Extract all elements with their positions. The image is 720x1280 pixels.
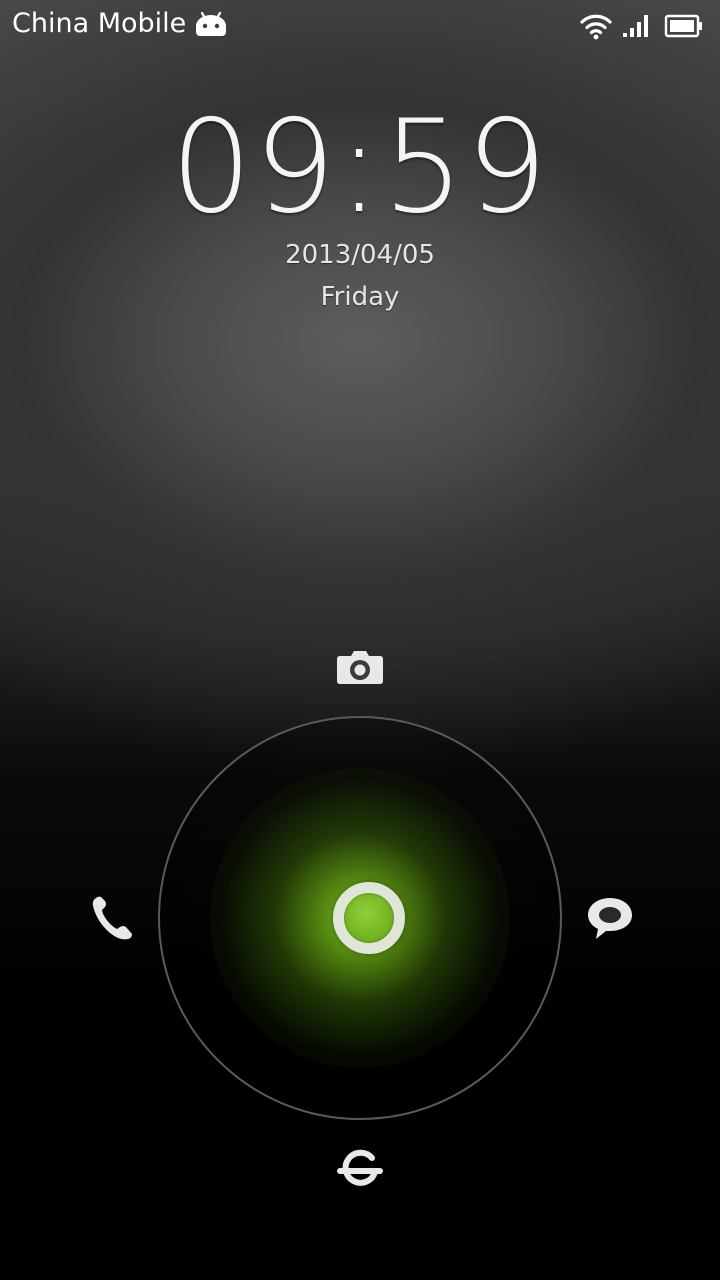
weekday-text: Friday [320, 282, 400, 312]
lock-screen: China Mobile 09:59 2013/04/05 Friday [0, 0, 720, 1280]
phone-icon[interactable] [84, 890, 140, 946]
clock-time: 09:59 [170, 93, 550, 242]
unlock-icon[interactable] [332, 1142, 388, 1198]
battery-icon [664, 14, 702, 38]
android-icon [196, 12, 226, 36]
carrier-name: China Mobile [12, 8, 187, 39]
unlock-handle[interactable] [333, 882, 405, 954]
date-text: 2013/04/05 [285, 240, 435, 270]
message-icon[interactable] [582, 890, 638, 946]
signal-icon [623, 15, 648, 37]
status-bar: China Mobile [0, 0, 720, 50]
wifi-icon [580, 14, 612, 40]
camera-icon[interactable] [332, 640, 388, 696]
